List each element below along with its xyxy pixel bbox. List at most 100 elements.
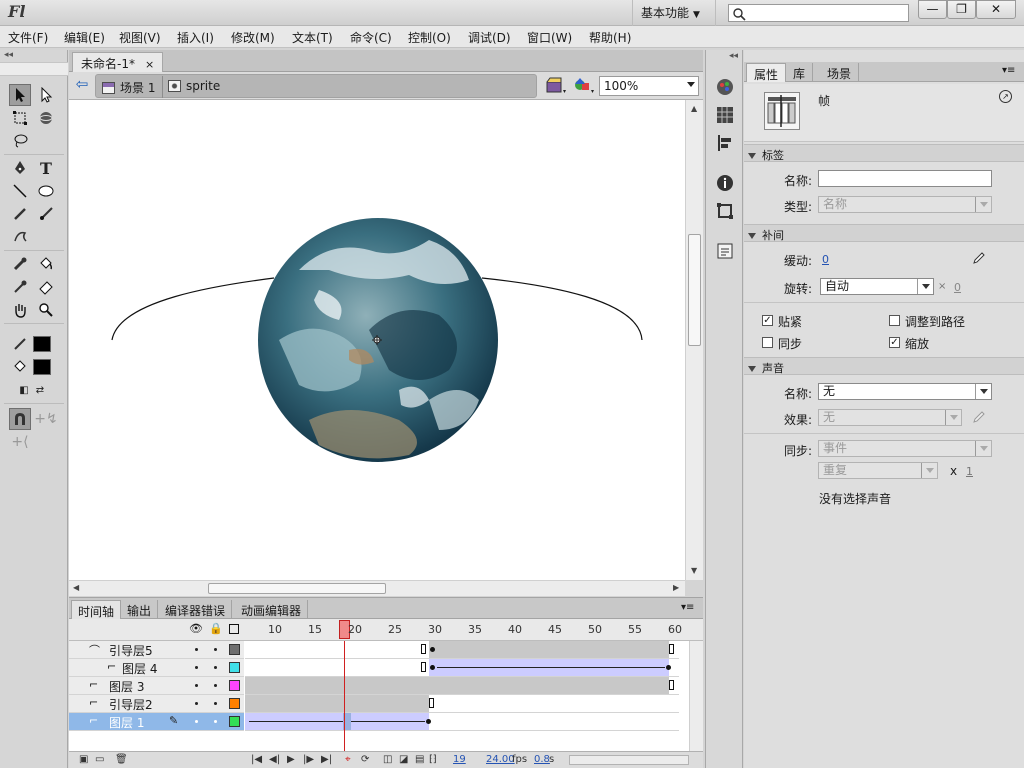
repeat-select[interactable]: 重复 [818,462,938,479]
panel-menu-icon[interactable]: ▾≡ [681,602,694,613]
paint-bucket-tool-icon[interactable] [35,253,57,275]
tab-compiler-errors[interactable]: 编译器错误 [159,600,233,619]
color-panel-icon[interactable] [716,78,734,96]
lasso-tool-icon[interactable] [9,130,31,152]
menu-control[interactable]: 控制(O) [408,29,451,46]
section-sound-header[interactable]: 声音 [744,357,1024,375]
layer-row[interactable]: ⌐ 引导层2 [69,695,244,713]
text-tool-icon[interactable]: T [35,157,57,179]
help-search-input[interactable] [728,4,909,22]
brush-tool-icon[interactable] [35,203,57,225]
help-icon[interactable]: ↗ [999,90,1012,103]
document-tab[interactable]: 未命名-1* × [72,52,164,72]
frames-row[interactable] [245,659,679,677]
swatches-panel-icon[interactable] [716,106,734,124]
edit-envelope-pencil-icon[interactable] [972,410,986,424]
next-frame-icon[interactable]: |▶ [303,754,314,765]
last-frame-icon[interactable]: ▶| [321,754,332,765]
breadcrumb-symbol[interactable]: sprite [168,79,220,93]
stage-canvas[interactable] [69,100,685,580]
elapsed-time-value[interactable]: 0.8 [534,754,550,765]
pen-tool-icon[interactable] [9,157,31,179]
lock-dot[interactable] [214,648,217,651]
lock-dot[interactable] [214,684,217,687]
layer-color-swatch[interactable] [229,716,240,727]
layer-color-swatch[interactable] [229,680,240,691]
scroll-right-icon[interactable]: ▶ [673,583,679,592]
menu-window[interactable]: 窗口(W) [527,29,572,46]
panel-grip[interactable] [0,62,68,76]
tab-scene[interactable]: 场景 [820,63,860,82]
fill-color-icon[interactable] [9,356,31,378]
tab-output[interactable]: 输出 [121,600,159,619]
sound-sync-select[interactable]: 事件 [818,440,992,457]
tab-timeline[interactable]: 时间轴 [71,600,122,619]
new-layer-icon[interactable]: ▣ [79,754,88,765]
close-tab-icon[interactable]: × [145,58,154,71]
center-frame-icon[interactable]: ⌖ [345,754,351,765]
layer-row[interactable]: ⌐ 图层 3 [69,677,244,695]
back-arrow-icon[interactable]: ⇦ [73,76,91,94]
stroke-color-swatch[interactable] [33,336,51,352]
workspace-switcher[interactable]: 基本功能 ▼ [632,0,716,26]
snap-checkbox[interactable]: ✓ [762,315,773,326]
ease-value[interactable]: 0 [822,253,829,266]
layer-color-swatch[interactable] [229,698,240,709]
layer-color-swatch[interactable] [229,644,240,655]
scrollbar-thumb[interactable] [688,234,701,346]
lock-dot[interactable] [214,666,217,669]
straighten-icon[interactable]: +⟨ [9,431,31,453]
prev-frame-icon[interactable]: ◀| [269,754,280,765]
timeline-horizontal-scrollbar[interactable] [569,755,689,765]
loop-icon[interactable]: ⟳ [361,754,369,765]
scrollbar-thumb[interactable] [208,583,386,594]
orient-to-path-checkbox[interactable] [889,315,900,326]
menu-view[interactable]: 视图(V) [119,29,161,46]
delete-layer-icon[interactable]: 🗑 [115,754,128,765]
effect-select[interactable]: 无 [818,409,962,426]
visibility-dot[interactable] [195,684,198,687]
outline-icon[interactable] [229,624,239,634]
section-label-header[interactable]: 标签 [744,144,1024,162]
align-panel-icon[interactable] [716,134,734,152]
layer-row[interactable]: ⌒ 引导层5 [69,641,244,659]
layer-name[interactable]: 图层 3 [109,678,144,695]
tab-motion-editor[interactable]: 动画编辑器 [235,600,309,619]
stroke-color-icon[interactable] [9,333,31,355]
close-window-button[interactable]: ✕ [976,0,1016,19]
sound-name-select[interactable]: 无 [818,383,992,400]
zoom-select[interactable]: 100% [599,76,699,96]
menu-modify[interactable]: 修改(M) [231,29,275,46]
sync-checkbox[interactable] [762,337,773,348]
maximize-button[interactable]: ❐ [947,0,976,19]
menu-debug[interactable]: 调试(D) [468,29,511,46]
scroll-left-icon[interactable]: ◀ [73,583,79,592]
current-frame-value[interactable]: 19 [453,754,466,765]
menu-commands[interactable]: 命令(C) [350,29,392,46]
edit-multiple-frames-icon[interactable]: ▤ [415,754,424,765]
visibility-dot[interactable] [195,702,198,705]
visibility-dot[interactable] [195,720,198,723]
layer-name[interactable]: 图层 1 [109,714,144,731]
oval-tool-icon[interactable] [35,180,57,202]
visibility-dot[interactable] [195,648,198,651]
hand-tool-icon[interactable] [9,299,31,321]
3d-rotation-tool-icon[interactable] [35,107,57,129]
scale-checkbox[interactable]: ✓ [889,337,900,348]
panel-menu-icon[interactable]: ▾≡ [1002,65,1015,76]
transform-panel-icon[interactable] [716,202,734,220]
collapse-panel-icon[interactable]: ◂◂ [4,50,13,60]
fps-value[interactable]: 24.00 [486,754,515,765]
visibility-dot[interactable] [195,666,198,669]
components-panel-icon[interactable] [716,242,734,260]
bone-tool-icon[interactable] [9,253,31,275]
scroll-down-icon[interactable]: ▼ [691,566,697,575]
zoom-tool-icon[interactable] [35,299,57,321]
breadcrumb-scene[interactable]: 场景 1 [102,79,155,96]
repeat-count-value[interactable]: 1 [966,465,973,478]
subselection-tool-icon[interactable] [35,84,57,106]
info-panel-icon[interactable] [716,174,734,192]
first-frame-icon[interactable]: |◀ [251,754,262,765]
edit-scene-icon[interactable] [545,76,567,96]
menu-file[interactable]: 文件(F) [8,29,48,46]
